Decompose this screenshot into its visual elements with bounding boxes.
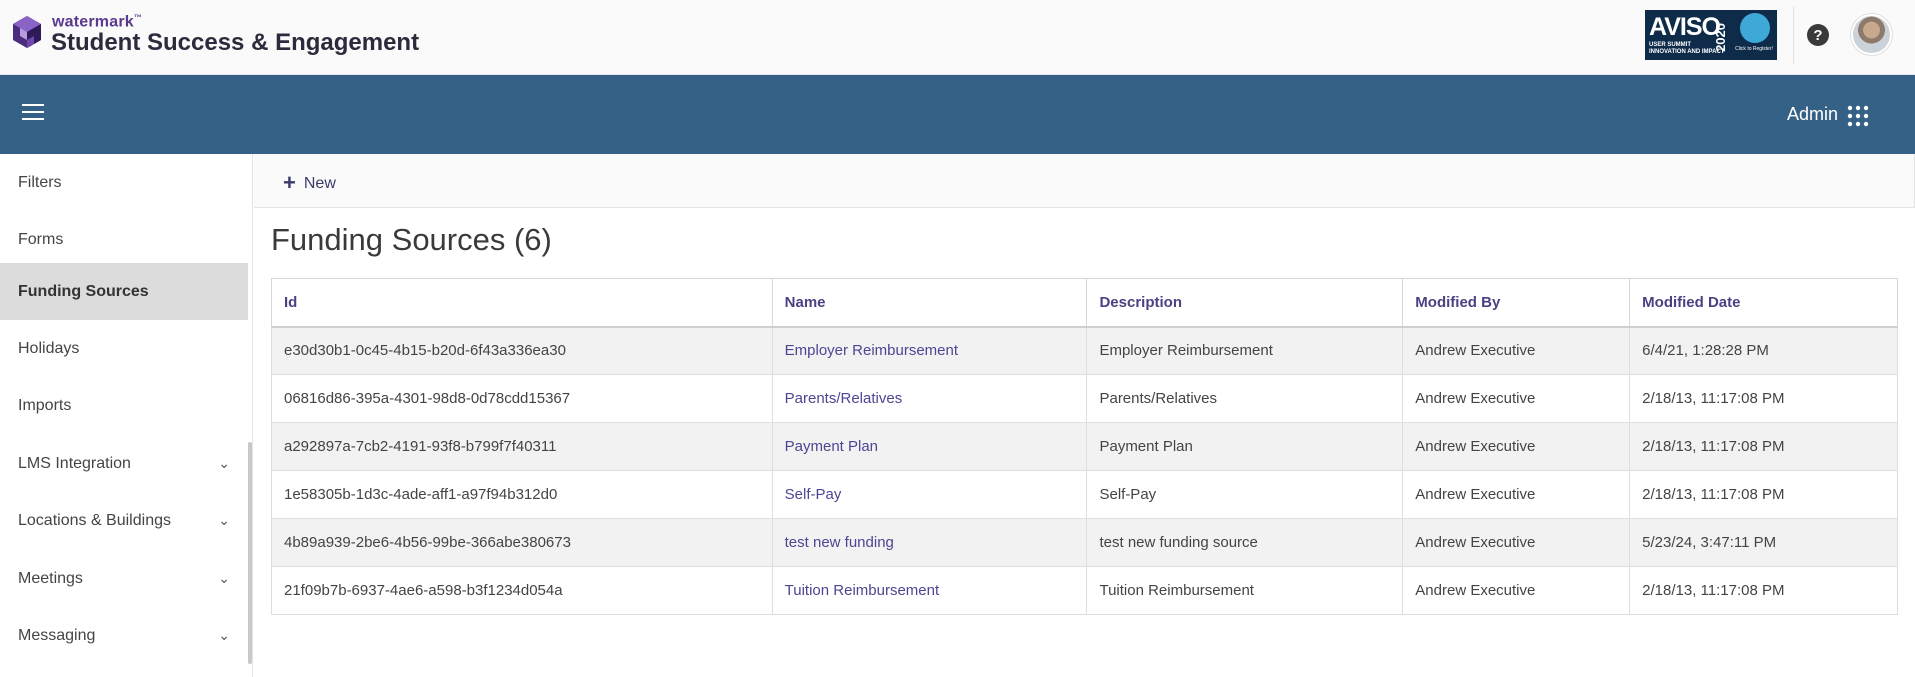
cell-modified-date: 2/18/13, 11:17:08 PM bbox=[1629, 566, 1898, 615]
cell-modified-by: Andrew Executive bbox=[1402, 422, 1631, 471]
cell-description: test new funding source bbox=[1086, 518, 1404, 567]
chevron-down-icon: ⌄ bbox=[218, 455, 230, 471]
sidebar-nav: Filters Forms Funding Sources Holidays I… bbox=[0, 154, 253, 677]
column-header-id[interactable]: Id bbox=[271, 278, 773, 328]
sidebar-item-label: Forms bbox=[18, 231, 64, 248]
page-title: Funding Sources (6) bbox=[271, 222, 552, 257]
column-header-modified-by[interactable]: Modified By bbox=[1402, 278, 1631, 328]
table-header-row: Id Name Description Modified By Modified… bbox=[271, 278, 1898, 328]
svg-text:?: ? bbox=[1813, 27, 1822, 44]
cell-id: 06816d86-395a-4301-98d8-0d78cdd15367 bbox=[271, 374, 773, 423]
plus-icon: + bbox=[283, 170, 296, 195]
sidebar-item-label: LMS Integration bbox=[18, 455, 131, 472]
chevron-down-icon: ⌄ bbox=[218, 627, 230, 643]
sidebar-item-lms-integration[interactable]: LMS Integration ⌄ bbox=[0, 435, 248, 492]
sidebar-item-locations-buildings[interactable]: Locations & Buildings ⌄ bbox=[0, 492, 248, 549]
table-row: 06816d86-395a-4301-98d8-0d78cdd15367 Par… bbox=[271, 374, 1898, 423]
cell-id: 1e58305b-1d3c-4ade-aff1-a97f94b312d0 bbox=[271, 470, 773, 519]
hamburger-icon[interactable] bbox=[22, 104, 44, 124]
cell-modified-by: Andrew Executive bbox=[1402, 374, 1631, 423]
cell-modified-date: 6/4/21, 1:28:28 PM bbox=[1629, 326, 1898, 375]
sidebar-item-holidays[interactable]: Holidays bbox=[0, 320, 248, 377]
user-avatar[interactable] bbox=[1851, 14, 1892, 55]
admin-menu-label[interactable]: Admin bbox=[1787, 104, 1838, 125]
cell-id: a292897a-7cb2-4191-93f8-b799f7f40311 bbox=[271, 422, 773, 471]
cell-description: Parents/Relatives bbox=[1086, 374, 1404, 423]
cell-modified-date: 2/18/13, 11:17:08 PM bbox=[1629, 374, 1898, 423]
table-row: 4b89a939-2be6-4b56-99be-366abe380673 tes… bbox=[271, 518, 1898, 567]
table-row: 21f09b7b-6937-4ae6-a598-b3f1234d054a Tui… bbox=[271, 566, 1898, 615]
cell-modified-by: Andrew Executive bbox=[1402, 518, 1631, 567]
table-row: 1e58305b-1d3c-4ade-aff1-a97f94b312d0 Sel… bbox=[271, 470, 1898, 519]
cell-id: e30d30b1-0c45-4b15-b20d-6f43a336ea30 bbox=[271, 326, 773, 375]
cell-name-link[interactable]: Parents/Relatives bbox=[771, 374, 1088, 423]
cell-modified-by: Andrew Executive bbox=[1402, 470, 1631, 519]
column-header-description[interactable]: Description bbox=[1086, 278, 1404, 328]
sidebar-item-filters[interactable]: Filters bbox=[0, 154, 248, 211]
head-silhouette-icon bbox=[1740, 13, 1770, 43]
sidebar-item-label: Holidays bbox=[18, 340, 80, 357]
sidebar-item-forms[interactable]: Forms bbox=[0, 211, 248, 268]
table-row: e30d30b1-0c45-4b15-b20d-6f43a336ea30 Emp… bbox=[271, 326, 1898, 375]
cell-name-link[interactable]: Self-Pay bbox=[771, 470, 1088, 519]
cell-id: 4b89a939-2be6-4b56-99be-366abe380673 bbox=[271, 518, 773, 567]
sidebar-item-label: Filters bbox=[18, 174, 62, 191]
cell-modified-by: Andrew Executive bbox=[1402, 566, 1631, 615]
sidebar-scrollbar[interactable] bbox=[248, 442, 252, 664]
cell-modified-date: 5/23/24, 3:47:11 PM bbox=[1629, 518, 1898, 567]
product-name: Student Success & Engagement bbox=[51, 29, 420, 56]
sidebar-item-label: Locations & Buildings bbox=[18, 512, 171, 529]
promo-year: 2020 bbox=[1713, 23, 1728, 52]
column-header-modified-date[interactable]: Modified Date bbox=[1629, 278, 1898, 328]
cell-description: Tuition Reimbursement bbox=[1086, 566, 1404, 615]
question-circle-icon[interactable]: ? bbox=[1806, 23, 1830, 47]
action-toolbar bbox=[254, 154, 1915, 208]
grid-dots-icon[interactable] bbox=[1847, 105, 1869, 127]
cell-modified-by: Andrew Executive bbox=[1402, 326, 1631, 375]
sidebar-item-label: Messaging bbox=[18, 627, 96, 644]
sidebar-item-label: Meetings bbox=[18, 570, 83, 587]
cell-description: Employer Reimbursement bbox=[1086, 326, 1404, 375]
sidebar-item-funding-sources[interactable]: Funding Sources bbox=[0, 263, 248, 320]
promo-cta: Click to Register! bbox=[1735, 46, 1773, 52]
promo-title: AVISO bbox=[1649, 13, 1721, 41]
sidebar-item-imports[interactable]: Imports bbox=[0, 377, 248, 434]
watermark-logo-icon[interactable] bbox=[10, 14, 44, 56]
sidebar-item-meetings[interactable]: Meetings ⌄ bbox=[0, 550, 248, 607]
header-divider bbox=[1793, 6, 1794, 64]
cell-name-link[interactable]: test new funding bbox=[771, 518, 1088, 567]
cell-modified-date: 2/18/13, 11:17:08 PM bbox=[1629, 422, 1898, 471]
new-button[interactable]: + New bbox=[283, 170, 336, 196]
cell-description: Self-Pay bbox=[1086, 470, 1404, 519]
table-row: a292897a-7cb2-4191-93f8-b799f7f40311 Pay… bbox=[271, 422, 1898, 471]
funding-sources-table: Id Name Description Modified By Modified… bbox=[271, 278, 1898, 615]
sidebar-item-label: Imports bbox=[18, 397, 72, 414]
new-button-label: New bbox=[303, 175, 336, 192]
chevron-down-icon: ⌄ bbox=[218, 570, 230, 586]
sidebar-item-messaging[interactable]: Messaging ⌄ bbox=[0, 607, 248, 664]
cell-name-link[interactable]: Payment Plan bbox=[771, 422, 1088, 471]
cell-description: Payment Plan bbox=[1086, 422, 1404, 471]
cell-name-link[interactable]: Tuition Reimbursement bbox=[771, 566, 1088, 615]
column-header-name[interactable]: Name bbox=[771, 278, 1088, 328]
cell-name-link[interactable]: Employer Reimbursement bbox=[771, 326, 1088, 375]
chevron-down-icon: ⌄ bbox=[218, 512, 230, 528]
sidebar-item-label: Funding Sources bbox=[18, 283, 149, 300]
cell-id: 21f09b7b-6937-4ae6-a598-b3f1234d054a bbox=[271, 566, 773, 615]
cell-modified-date: 2/18/13, 11:17:08 PM bbox=[1629, 470, 1898, 519]
aviso-summit-banner[interactable]: AVISO USER SUMMIT INNOVATION AND IMPACT 2… bbox=[1645, 10, 1777, 60]
top-navbar bbox=[0, 75, 1915, 154]
